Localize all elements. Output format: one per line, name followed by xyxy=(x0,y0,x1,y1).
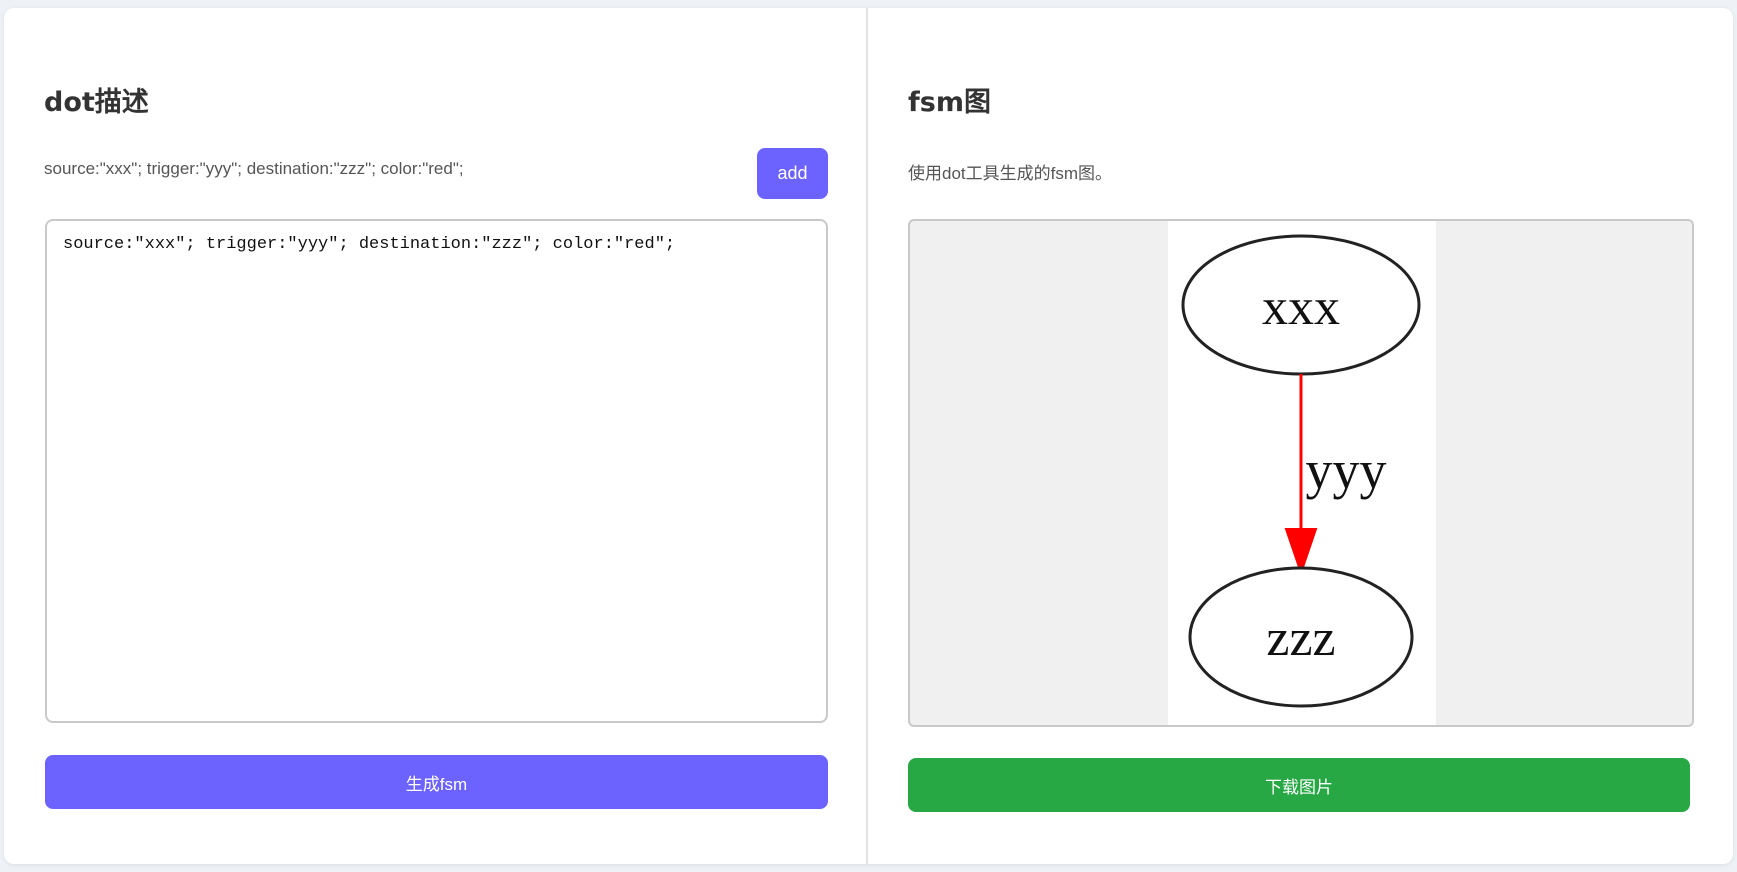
add-button[interactable]: add xyxy=(757,148,828,199)
dot-editor-textarea[interactable] xyxy=(45,219,828,723)
download-image-button[interactable]: 下载图片 xyxy=(908,758,1690,812)
fsm-graph-image: xxx yyy zzz xyxy=(1168,221,1436,725)
fsm-panel-title: fsm图 xyxy=(908,87,991,118)
edge-arrowhead xyxy=(1284,528,1318,577)
fsm-graph-panel: fsm图 使用dot工具生成的fsm图。 xxx yyy zzz 下载图片 xyxy=(868,8,1733,864)
dot-description-text: source:"xxx"; trigger:"yyy"; destination… xyxy=(44,159,464,178)
dot-panel-title: dot描述 xyxy=(44,87,149,118)
node-source-label: xxx xyxy=(1262,279,1340,336)
generate-fsm-button[interactable]: 生成fsm xyxy=(45,755,828,809)
node-destination-label: zzz xyxy=(1266,610,1335,667)
fsm-preview-area: xxx yyy zzz xyxy=(908,219,1694,727)
dot-description-panel: dot描述 source:"xxx"; trigger:"yyy"; desti… xyxy=(4,8,868,864)
fsm-description-text: 使用dot工具生成的fsm图。 xyxy=(908,164,1113,183)
fsm-graph-svg: xxx yyy zzz xyxy=(1181,234,1421,708)
edge-label: yyy xyxy=(1306,440,1387,500)
main-card: dot描述 source:"xxx"; trigger:"yyy"; desti… xyxy=(4,8,1733,864)
